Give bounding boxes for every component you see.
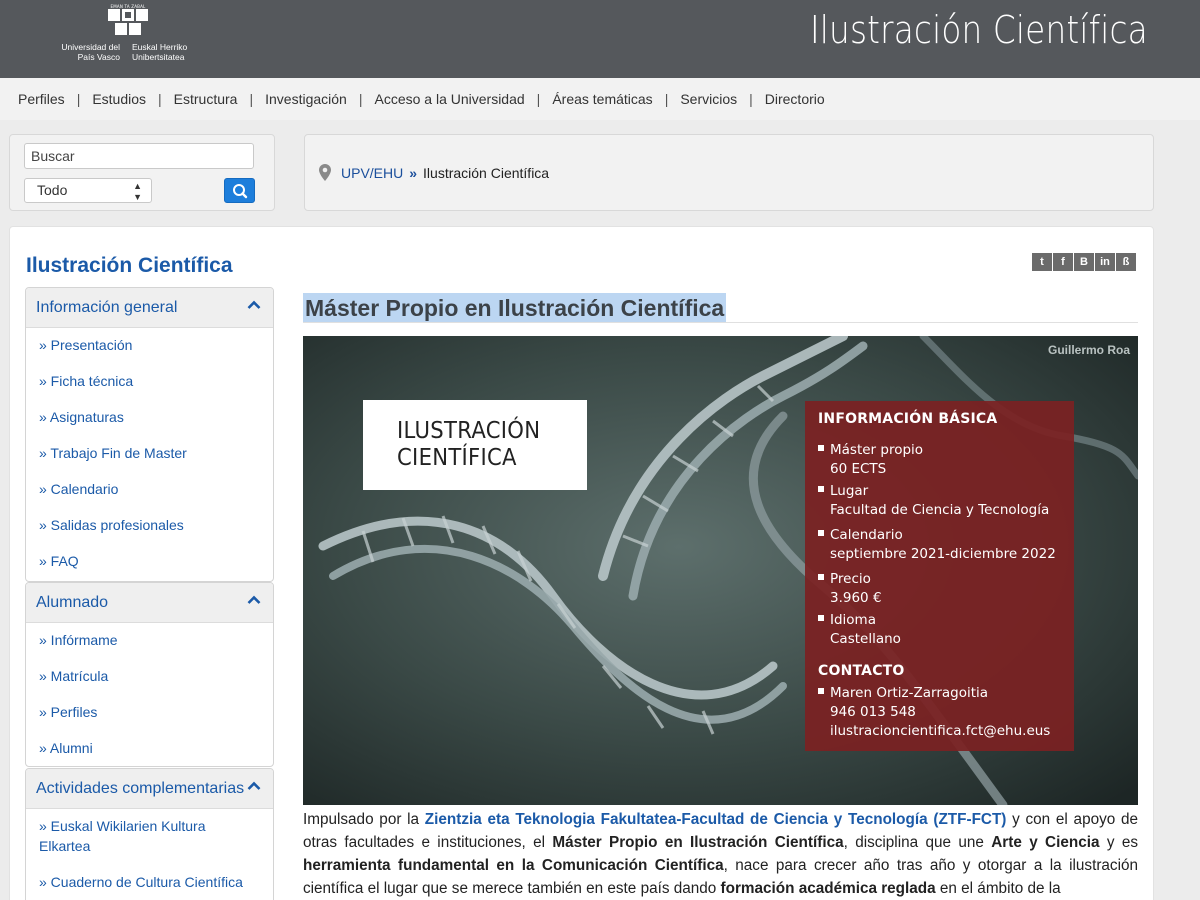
facebook-icon[interactable]: f	[1053, 253, 1073, 271]
sidebar-item-salidas-profesionales[interactable]: » Salidas profesionales	[26, 515, 273, 535]
nav-separator: |	[249, 91, 254, 107]
meneame-icon[interactable]: ß	[1116, 253, 1136, 271]
menu-header-label: Información general	[36, 298, 178, 316]
nav-item-servicios[interactable]: Servicios	[680, 91, 737, 107]
banner-title: ILUSTRACIÓN CIENTÍFICA	[397, 418, 540, 472]
nav-separator: |	[749, 91, 753, 107]
faculty-link[interactable]: Zientzia eta Teknologia Fakultatea-Facul…	[425, 811, 1007, 828]
info-title: INFORMACIÓN BÁSICA	[818, 411, 998, 427]
search-scope-value: Todo	[37, 182, 68, 198]
nav-item-estructura[interactable]: Estructura	[174, 91, 238, 107]
menu-header-actividades[interactable]: Actividades complementarias	[26, 769, 273, 809]
info-item-idioma: Idioma Castellano	[818, 611, 901, 649]
info-item-precio: Precio 3.960 €	[818, 570, 882, 608]
info-item-master: Máster propio 60 ECTS	[818, 441, 923, 479]
basic-info-box: INFORMACIÓN BÁSICA Máster propio 60 ECTS …	[805, 401, 1074, 751]
page-title: Máster Propio en Ilustración Científica	[303, 293, 727, 323]
sidebar-item-ficha-tecnica[interactable]: » Ficha técnica	[26, 371, 273, 391]
sidebar-item-cuaderno-cultura[interactable]: » Cuaderno de Cultura Científica	[26, 872, 273, 892]
nav-item-directorio[interactable]: Directorio	[765, 91, 825, 107]
logo-emblem: EMAN TA ZABAL ZAZU	[106, 4, 150, 38]
sidebar-item-informame[interactable]: » Infórmame	[26, 630, 273, 650]
location-pin-icon	[319, 164, 331, 181]
nav-separator: |	[158, 91, 162, 107]
banner-title-line1: ILUSTRACIÓN	[397, 418, 541, 444]
sidebar-item-euskal-wikilarien[interactable]: » Euskal Wikilarien Kultura Elkartea	[26, 816, 226, 856]
chevron-up-icon	[247, 781, 261, 790]
sidebar-item-trabajo-fin-master[interactable]: » Trabajo Fin de Master	[26, 443, 273, 463]
contact-title: CONTACTO	[818, 663, 905, 679]
nav-item-areas-tematicas[interactable]: Áreas temáticas	[552, 91, 652, 107]
nav-separator: |	[358, 91, 363, 107]
contact-details: Maren Ortiz-Zarragoitia 946 013 548 ilustr…	[818, 684, 1050, 741]
breadcrumb-current: Ilustración Científica	[423, 164, 550, 181]
sidebar-item-matricula[interactable]: » Matrícula	[26, 666, 273, 686]
nav-item-acceso[interactable]: Acceso a la Universidad	[374, 91, 524, 107]
nav-separator: |	[664, 91, 669, 107]
linkedin-icon[interactable]: in	[1095, 253, 1115, 271]
menu-informacion-general: Información general » Presentación » Fic…	[25, 287, 274, 582]
search-panel: Todo ▲▼	[9, 134, 275, 211]
top-navigation: Perfiles | Estudios | Estructura | Investig…	[0, 78, 1200, 120]
share-bar: t f B in ß	[1032, 253, 1136, 271]
breadcrumb-root-link[interactable]: UPV/EHU	[341, 165, 403, 181]
menu-header-alumnado[interactable]: Alumnado	[26, 583, 273, 623]
blogger-icon[interactable]: B	[1074, 253, 1094, 271]
site-title: Ilustración Científica	[810, 8, 1148, 52]
breadcrumb: UPV/EHU » Ilustración Científica	[304, 134, 1154, 211]
menu-header-informacion-general[interactable]: Información general	[26, 288, 273, 328]
nav-separator: |	[536, 91, 541, 107]
sidebar-item-perfiles[interactable]: » Perfiles	[26, 702, 273, 722]
sidebar-item-faq[interactable]: » FAQ	[26, 551, 273, 571]
search-button[interactable]	[224, 178, 255, 203]
chevron-up-icon	[247, 595, 261, 604]
university-logo[interactable]: EMAN TA ZABAL ZAZU Universidad del País …	[58, 4, 198, 64]
banner-title-line2: CIENTÍFICA	[397, 445, 517, 471]
menu-header-label: Alumnado	[36, 593, 109, 611]
twitter-icon[interactable]: t	[1032, 253, 1052, 271]
master-banner-image: Guillermo Roa ILUSTRACIÓN CIENTÍFICA INF…	[303, 336, 1138, 805]
image-credit: Guillermo Roa	[1047, 343, 1130, 357]
banner-title-card: ILUSTRACIÓN CIENTÍFICA	[363, 400, 587, 490]
menu-actividades-complementarias: Actividades complementarias » Euskal Wik…	[25, 768, 274, 900]
nav-separator: |	[76, 91, 81, 107]
nav-item-investigacion[interactable]: Investigación	[265, 91, 347, 107]
logo-name-eu: Euskal Herriko Unibertsitatea	[132, 42, 188, 62]
sidebar-item-alumni[interactable]: » Alumni	[26, 738, 273, 758]
sidebar-item-presentacion[interactable]: » Presentación	[26, 335, 273, 355]
nav-item-estudios[interactable]: Estudios	[92, 91, 146, 107]
select-arrows-icon: ▲ ▼	[133, 181, 142, 202]
sidebar-title[interactable]: Ilustración Científica	[26, 254, 233, 278]
menu-alumnado: Alumnado » Infórmame » Matrícula » Perfi…	[25, 582, 274, 767]
intro-paragraph: Impulsado por la Zientzia eta Teknologia…	[303, 811, 1138, 897]
info-item-calendario: Calendario septiembre 2021-diciembre 2022	[818, 526, 1056, 564]
menu-header-label: Actividades complementarias	[36, 779, 245, 797]
sidebar-item-calendario[interactable]: » Calendario	[26, 479, 273, 499]
breadcrumb-separator: »	[409, 164, 418, 181]
search-input[interactable]	[24, 143, 254, 169]
chevron-up-icon	[247, 300, 261, 309]
nav-item-perfiles[interactable]: Perfiles	[18, 91, 65, 107]
divider	[303, 322, 1138, 323]
site-header: EMAN TA ZABAL ZAZU Universidad del País …	[0, 0, 1200, 78]
search-scope-select[interactable]: Todo ▲ ▼	[24, 178, 152, 203]
info-item-lugar: Lugar Facultad de Ciencia y Tecnología	[818, 482, 1049, 520]
logo-name-es: Universidad del País Vasco	[61, 42, 120, 62]
search-icon	[233, 184, 248, 199]
sidebar-item-asignaturas[interactable]: » Asignaturas	[26, 407, 273, 427]
